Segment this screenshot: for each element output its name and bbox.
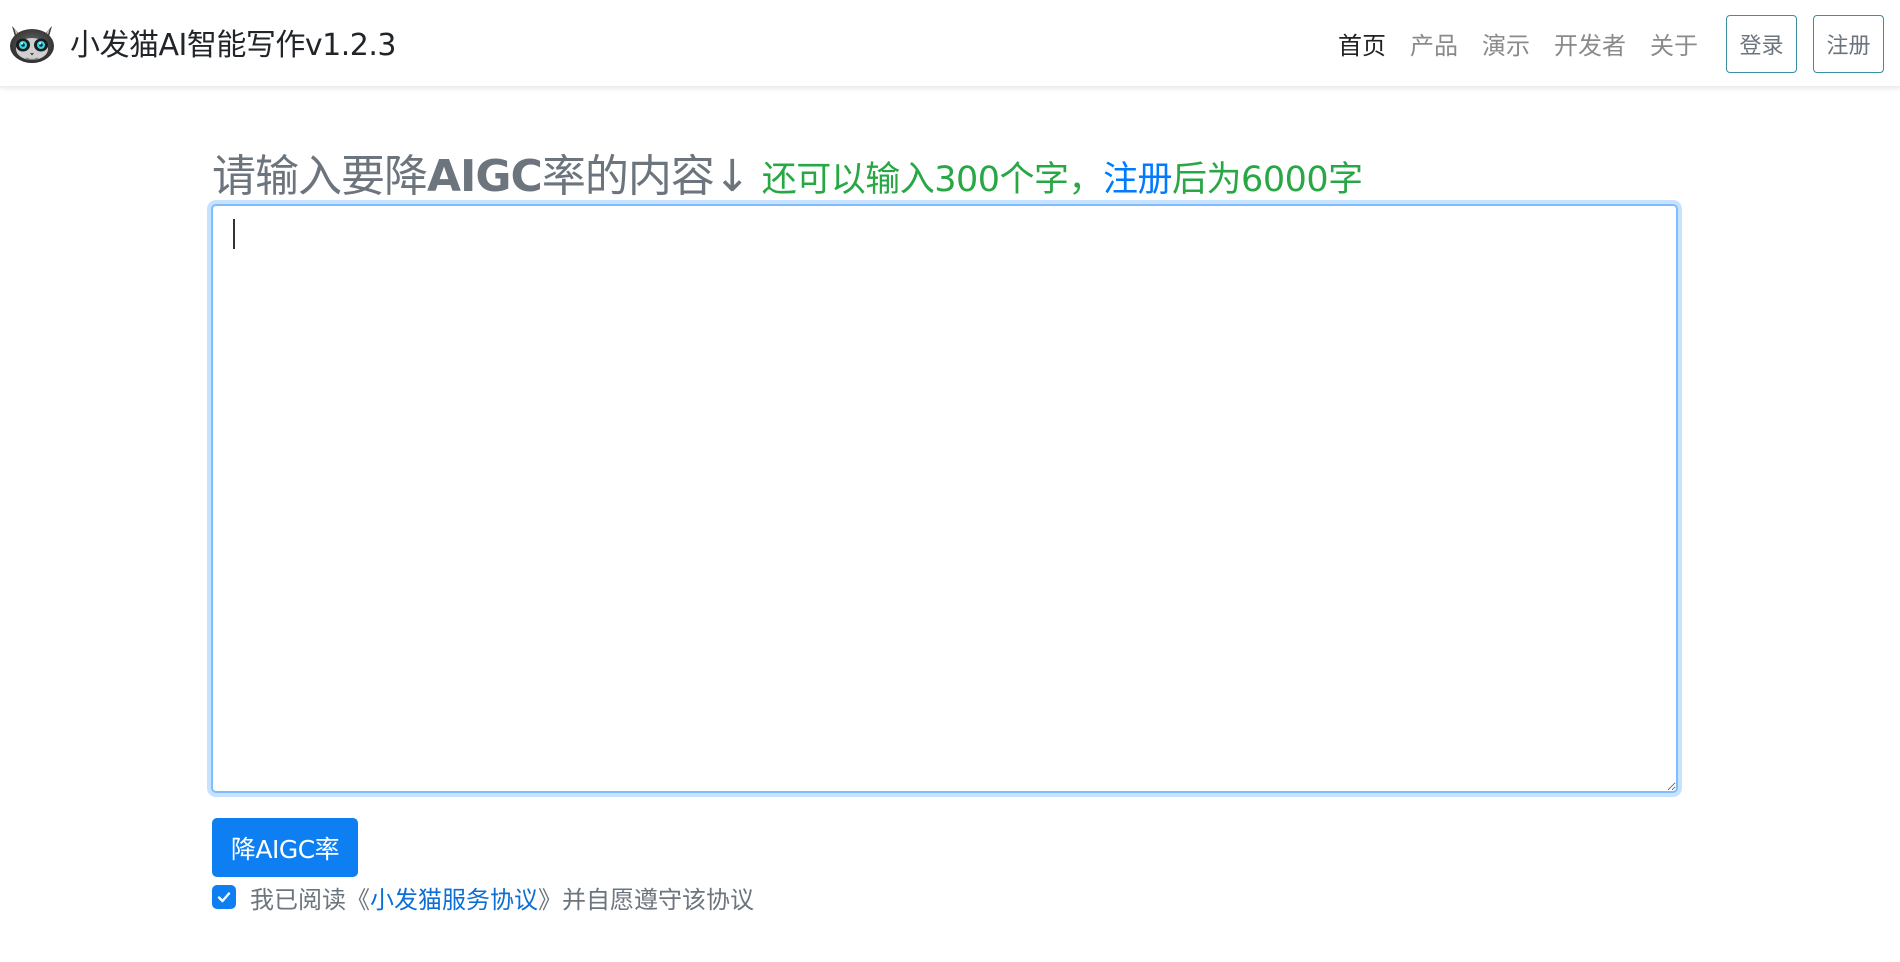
content-heading: 请输入要降AIGC率的内容↓ 还可以输入300个字，注册后为6000字 xyxy=(212,140,1363,204)
agreement-text-before: 我已阅读《 xyxy=(250,885,370,914)
heading-bold: AIGC xyxy=(427,151,543,202)
hint-prefix: 还可以输入300个字， xyxy=(761,160,1104,200)
heading-suffix: 率的内容↓ xyxy=(541,151,751,202)
register-button[interactable]: 注册 xyxy=(1813,14,1884,73)
agreement-row: 我已阅读《小发猫服务协议》并自愿遵守该协议 xyxy=(212,880,754,914)
brand-name: 小发猫AI智能写作v1.2.3 xyxy=(70,28,396,63)
nav-developers[interactable]: 开发者 xyxy=(1554,26,1626,61)
nav-home[interactable]: 首页 xyxy=(1338,26,1386,61)
hint-register-link[interactable]: 注册 xyxy=(1103,160,1173,200)
login-button[interactable]: 登录 xyxy=(1726,14,1797,73)
content-textarea[interactable] xyxy=(211,204,1678,793)
service-agreement-link[interactable]: 小发猫服务协议 xyxy=(370,886,538,914)
nav-menu: 首页 产品 演示 开发者 关于 登录 注册 xyxy=(1338,0,1900,87)
nav-about[interactable]: 关于 xyxy=(1650,26,1698,61)
char-limit-hint: 还可以输入300个字，注册后为6000字 xyxy=(762,151,1363,202)
nav-demo[interactable]: 演示 xyxy=(1482,26,1530,61)
hint-suffix: 后为6000字 xyxy=(1172,160,1363,200)
brand-link[interactable]: 小发猫AI智能写作v1.2.3 xyxy=(6,16,396,68)
checkmark-icon xyxy=(217,892,231,903)
nav-products[interactable]: 产品 xyxy=(1410,26,1458,61)
agreement-text-after: 》并自愿遵守该协议 xyxy=(538,885,754,914)
agreement-checkbox[interactable] xyxy=(212,885,236,909)
text-cursor xyxy=(233,219,235,249)
agreement-text: 我已阅读《小发猫服务协议》并自愿遵守该协议 xyxy=(250,880,754,915)
top-navbar: 小发猫AI智能写作v1.2.3 首页 产品 演示 开发者 关于 登录 注册 xyxy=(0,0,1900,87)
heading-prefix: 请输入要降 xyxy=(212,151,428,202)
reduce-aigc-button[interactable]: 降AIGC率 xyxy=(212,818,358,877)
heading-title: 请输入要降AIGC率的内容↓ xyxy=(212,140,751,204)
cat-mascot-icon xyxy=(10,26,54,63)
